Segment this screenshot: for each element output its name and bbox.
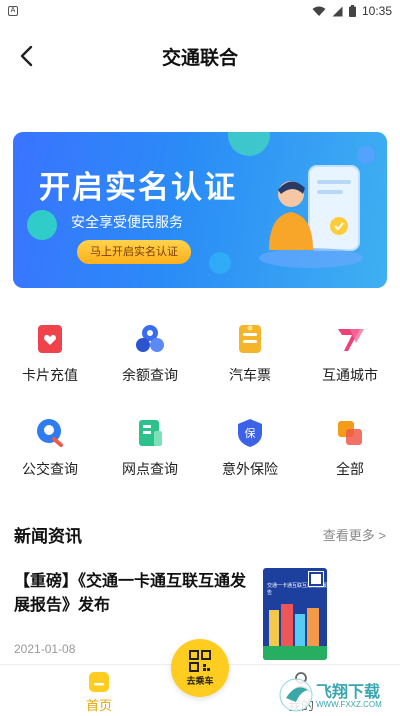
nav-home-label: 首页 — [85, 698, 112, 713]
balance-query-icon — [133, 322, 167, 356]
service-label: 卡片充值 — [22, 367, 78, 383]
news-section-title: 新闻资讯 — [14, 527, 82, 546]
service-all[interactable]: 全部 — [300, 416, 400, 482]
service-outlet-query[interactable]: 网点查询 — [100, 416, 200, 482]
watermark-url: WWW.FXXZ.COM — [316, 700, 382, 709]
signal-icon — [332, 6, 343, 16]
page-title: 交通联合 — [161, 47, 238, 69]
service-balance-query[interactable]: 余额查询 — [100, 322, 200, 388]
start-verification-button[interactable]: 马上开启实名认证 — [77, 240, 191, 264]
banner-title: 开启实名认证 — [39, 170, 237, 205]
banner-deco-circle — [27, 210, 57, 240]
nav-ride-label: 去乘车 — [186, 675, 214, 686]
thumbnail-qr-icon — [308, 571, 324, 587]
service-insurance[interactable]: 保 意外保险 — [200, 416, 300, 482]
view-more-link[interactable]: 查看更多 > — [323, 525, 386, 544]
service-label: 互通城市 — [322, 367, 378, 383]
site-watermark: 飞翔下载 WWW.FXXZ.COM — [278, 676, 396, 714]
service-label: 意外保险 — [222, 461, 278, 477]
outlet-query-icon — [133, 416, 167, 450]
back-button[interactable] — [12, 42, 40, 70]
service-card-recharge[interactable]: 卡片充值 — [0, 322, 100, 388]
chevron-left-icon — [20, 45, 33, 67]
news-section-header: 新闻资讯 查看更多 > — [14, 522, 386, 547]
service-bus-query[interactable]: 公交查询 — [0, 416, 100, 482]
app-header: 交通联合 — [0, 34, 400, 78]
watermark-text: 飞翔下载 — [316, 684, 381, 701]
news-headline: 【重磅】《交通一卡通互联互通发展报告》发布 — [14, 573, 247, 614]
status-bar: A 10:35 — [0, 0, 400, 22]
bus-query-icon — [33, 416, 67, 450]
thumbnail-city-illustration — [263, 604, 327, 660]
app-badge-icon: A — [8, 6, 18, 16]
card-recharge-icon — [33, 322, 67, 356]
service-grid: 卡片充值 余额查询 汽车票 互通城市 公交查询 网点查询 保 意外保险 全部 — [0, 322, 400, 482]
service-label: 汽车票 — [229, 367, 271, 383]
service-label: 网点查询 — [122, 461, 178, 477]
status-time: 10:35 — [361, 4, 392, 18]
banner-deco-circle — [228, 132, 270, 156]
realname-banner[interactable]: 开启实名认证 安全享受便民服务 马上开启实名认证 — [13, 132, 387, 288]
qr-code-icon — [189, 649, 211, 672]
news-thumbnail: 交通一卡通互联互通发展报告 — [263, 568, 327, 660]
service-label: 公交查询 — [22, 461, 78, 477]
banner-deco-circle — [209, 252, 231, 274]
service-bus-ticket[interactable]: 汽车票 — [200, 322, 300, 388]
all-services-icon — [333, 416, 367, 450]
status-icons: 10:35 — [312, 4, 392, 18]
battery-icon — [348, 5, 356, 17]
wifi-icon — [312, 6, 326, 16]
bus-ticket-icon — [233, 322, 267, 356]
service-label: 全部 — [336, 461, 364, 477]
insurance-icon: 保 — [233, 416, 267, 450]
nav-home[interactable]: 首页 — [76, 671, 122, 714]
nav-ride-button[interactable]: 去乘车 — [171, 639, 229, 697]
news-date: 2021-01-08 — [14, 642, 76, 656]
svg-text:保: 保 — [245, 426, 256, 440]
service-interconnect-city[interactable]: 互通城市 — [300, 322, 400, 388]
id-verification-illustration — [259, 165, 363, 268]
interconnect-city-icon — [333, 322, 367, 356]
home-icon — [89, 672, 109, 692]
banner-subtitle: 安全享受便民服务 — [71, 214, 183, 230]
service-label: 余额查询 — [122, 367, 178, 383]
